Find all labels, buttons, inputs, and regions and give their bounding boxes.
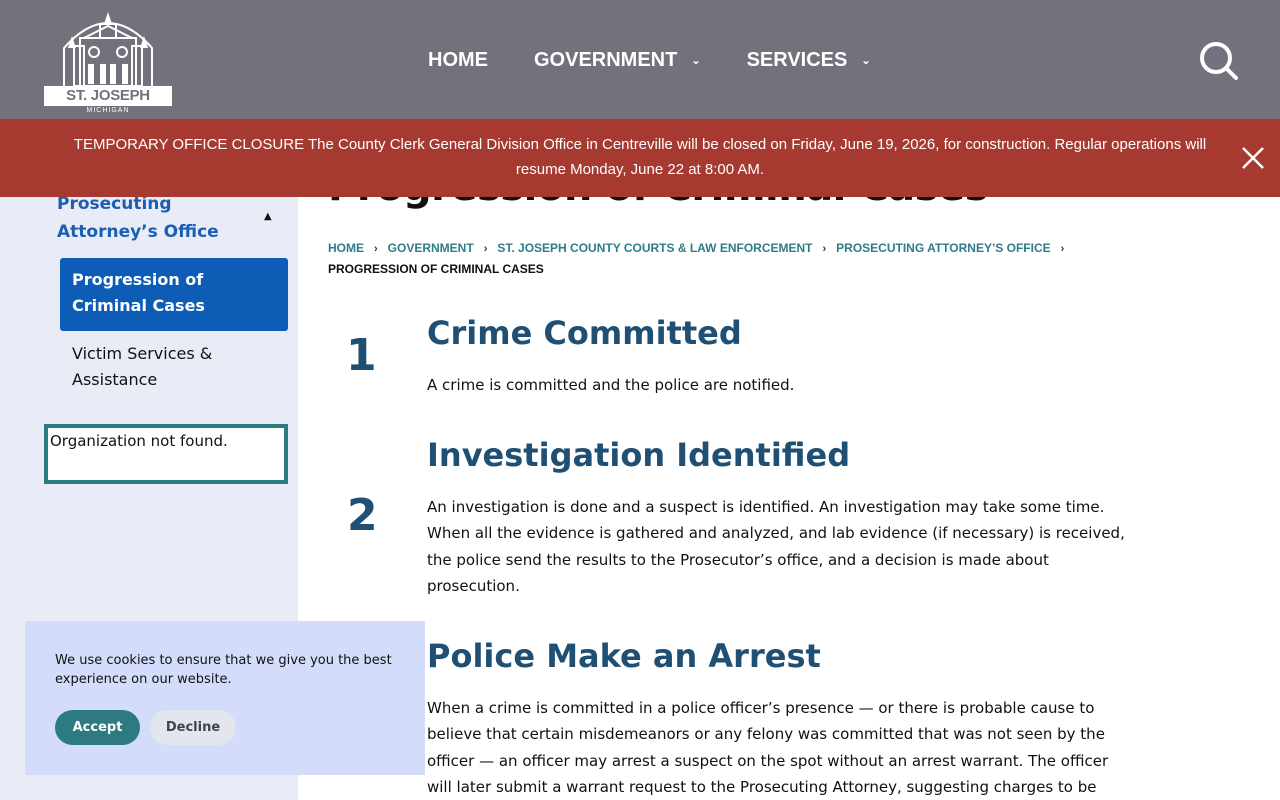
close-icon — [1242, 147, 1264, 169]
breadcrumb-courts[interactable]: ST. JOSEPH COUNTY COURTS & LAW ENFORCEME… — [497, 241, 812, 255]
nav-home[interactable]: HOME — [428, 49, 488, 72]
org-message: Organization not found. — [50, 432, 228, 450]
county-logo[interactable]: ST. JOSEPH COUNTY MICHIGAN — [44, 8, 172, 124]
site-header: ST. JOSEPH COUNTY MICHIGAN HOME GOVERNME… — [0, 0, 1280, 124]
cookie-banner: We use cookies to ensure that we give yo… — [25, 621, 425, 775]
nav-government[interactable]: GOVERNMENT ⌄ — [534, 49, 701, 72]
chevron-down-icon: ⌄ — [691, 54, 701, 67]
caret-up-icon[interactable]: ▲ — [264, 211, 272, 222]
cookie-decline-button[interactable]: Decline — [150, 710, 236, 745]
chevron-right-icon: › — [374, 243, 378, 255]
breadcrumb: HOME › GOVERNMENT › ST. JOSEPH COUNTY COURTS… — [328, 238, 1088, 279]
sidebar-item-progression[interactable]: Progression of Criminal Cases — [60, 258, 288, 331]
chevron-down-icon: ⌄ — [861, 54, 871, 67]
alert-banner: TEMPORARY OFFICE CLOSURE The County Cler… — [0, 119, 1280, 197]
step-title: Police Make an Arrest — [427, 637, 821, 675]
courthouse-icon — [63, 12, 153, 87]
step-body: When a crime is committed in a police of… — [427, 699, 1109, 796]
breadcrumb-current: PROGRESSION OF CRIMINAL CASES — [328, 262, 544, 276]
chevron-right-icon: › — [483, 243, 488, 255]
nav-services-label: SERVICES — [746, 48, 848, 71]
chevron-right-icon: › — [822, 243, 827, 255]
nav-government-label: GOVERNMENT — [534, 48, 678, 71]
search-icon — [1200, 42, 1238, 80]
logo-subtext: MICHIGAN — [86, 107, 130, 114]
sidebar-item-victim-services[interactable]: Victim Services & Assistance — [72, 341, 282, 393]
step-number: 2 — [347, 490, 378, 541]
organization-widget: Organization not found. — [44, 424, 288, 484]
nav-home-label: HOME — [428, 48, 488, 71]
sidebar-item-prosecuting-attorney[interactable]: Prosecuting Attorney’s Office — [57, 190, 257, 246]
cookie-accept-button[interactable]: Accept — [55, 710, 140, 745]
logo-text: ST. JOSEPH COUNTY — [44, 86, 172, 124]
step-body: A crime is committed and the police are … — [427, 376, 795, 394]
alert-text: TEMPORARY OFFICE CLOSURE The County Cler… — [73, 136, 1207, 178]
alert-close-button[interactable] — [1240, 145, 1266, 171]
search-button[interactable] — [1196, 38, 1240, 82]
breadcrumb-government[interactable]: GOVERNMENT — [388, 241, 474, 255]
main-nav: HOME GOVERNMENT ⌄ SERVICES ⌄ — [428, 44, 917, 76]
breadcrumb-home[interactable]: HOME — [328, 241, 364, 255]
nav-services[interactable]: SERVICES ⌄ — [747, 49, 871, 72]
breadcrumb-prosecuting[interactable]: PROSECUTING ATTORNEY’S OFFICE — [836, 241, 1050, 255]
chevron-right-icon: › — [1060, 243, 1065, 255]
step-title: Investigation Identified — [427, 436, 851, 474]
cookie-text: We use cookies to ensure that we give yo… — [55, 653, 392, 687]
step-body: An investigation is done and a suspect i… — [427, 498, 1125, 595]
step-number: 1 — [346, 330, 377, 381]
step-title: Crime Committed — [427, 314, 742, 352]
